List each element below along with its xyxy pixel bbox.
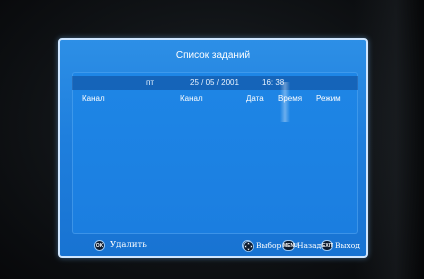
delete-hint-label: Удалить [110,240,147,250]
back-hint-label: Назад [297,241,322,250]
dpad-icon-graphic [243,241,254,252]
column-header-channel-name: Канал [180,94,203,103]
select-hint-label: Выбор [256,241,282,250]
screen-glare [280,82,290,122]
menu-key-icon: MENU [282,240,298,251]
dpad-icon [242,240,254,252]
window-title: Список заданий [175,50,251,61]
schedule-list-body[interactable] [72,108,358,228]
date-label: 25 / 05 / 2001 [190,78,239,87]
ok-key-icon: OK [94,240,105,251]
exit-hint-label: Выход [335,241,360,250]
column-header-date: Дата [246,94,264,103]
schedule-list-window: Список заданий пт 25 / 05 / 2001 16: 38 … [58,38,368,258]
column-header-mode: Режим [316,94,341,103]
weekday-label: пт [146,78,154,87]
schedule-list-panel: пт 25 / 05 / 2001 16: 38 Канал Канал Дат… [72,72,358,234]
current-datetime-bar: пт 25 / 05 / 2001 16: 38 [72,76,358,90]
exit-key-icon: EXIT [321,240,333,251]
table-header: Канал Канал Дата Время Режим [72,94,358,106]
column-header-channel-number: Канал [82,94,105,103]
key-hint-bar: OK Удалить Выбор MENU Назад EXIT Выход [60,240,366,254]
